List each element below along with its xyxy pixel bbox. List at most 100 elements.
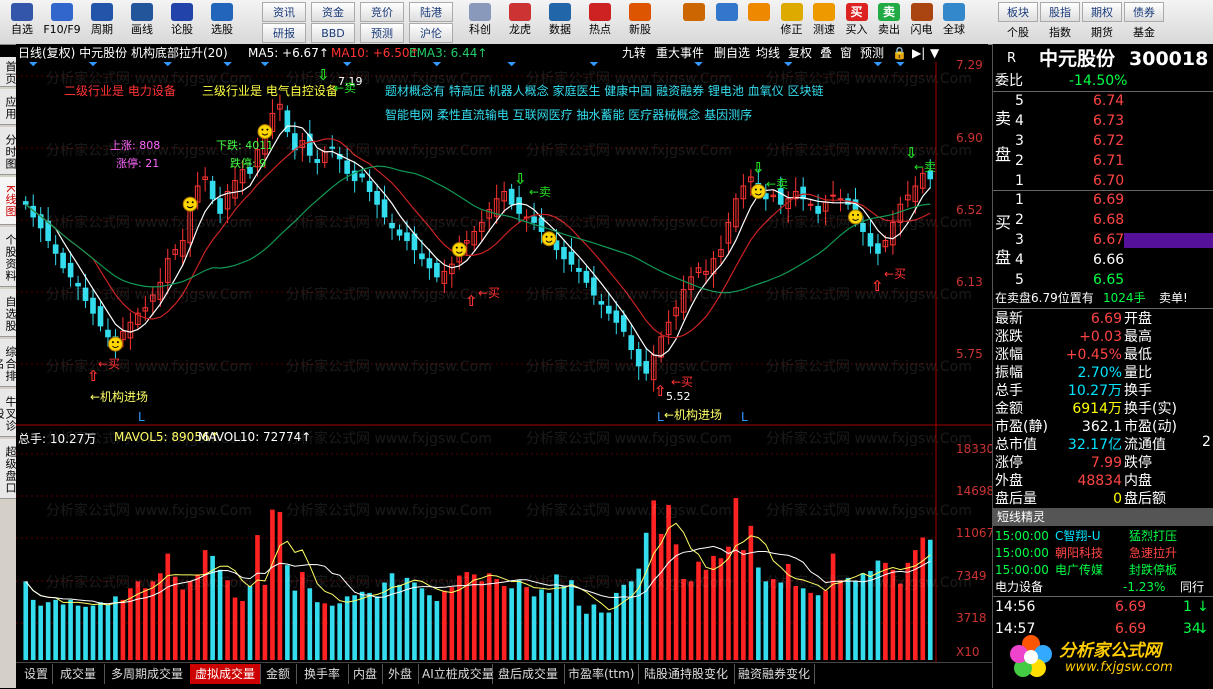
market-link-期货[interactable]: 期货 (1082, 23, 1122, 43)
chart-button-删自选[interactable]: 删自选 (714, 46, 751, 61)
volume-bar (217, 569, 223, 660)
left-tab-自选股[interactable]: 自选股 (0, 289, 17, 337)
indicator-tab-设置[interactable]: 设置 (20, 664, 53, 684)
quick-link-资金[interactable]: 资金 (311, 2, 355, 22)
price-axis-label: 6.52 (956, 203, 983, 217)
left-tab-应用[interactable]: 应用 (0, 89, 17, 125)
candle-body (531, 216, 537, 223)
ask-level-row[interactable]: 1 6.70 (993, 172, 1213, 190)
left-tab-牛叉诊股[interactable]: 牛叉诊股 (0, 389, 17, 437)
quick-link-预测[interactable]: 预测 (360, 23, 404, 43)
chart-button-重大事件[interactable]: 重大事件 (656, 46, 705, 61)
menu-dropdown-icon[interactable]: ▼ (930, 46, 940, 61)
indicator-tab-金额[interactable]: 金额 (260, 664, 297, 684)
indicator-tab-陆股通持股变化[interactable]: 陆股通持股变化 (638, 664, 735, 684)
chart-button-九转[interactable]: 九转 (622, 46, 647, 61)
indicator-tab-换手率[interactable]: 换手率 (296, 664, 349, 684)
market-link-个股[interactable]: 个股 (998, 23, 1038, 43)
indicator-tab-多周期成交量[interactable]: 多周期成交量 (104, 664, 191, 684)
indicator-tab-虚拟成交量[interactable]: 虚拟成交量 (190, 664, 261, 684)
bid-price: 6.67 (1093, 232, 1125, 248)
short-signal-row[interactable]: 15:00:00 朝阳科技 急速拉升 (993, 544, 1213, 562)
quick-link-沪伦[interactable]: 沪伦 (409, 23, 453, 43)
indicator-tab-成交量[interactable]: 成交量 (52, 664, 105, 684)
buy-icon: 买 (845, 3, 868, 21)
indicator-tab-盘后成交量[interactable]: 盘后成交量 (492, 664, 565, 684)
signal-time: 15:00:00 (995, 563, 1049, 577)
target-button[interactable]: 选股 (200, 1, 244, 43)
candle-body (583, 270, 590, 283)
indicator-tab-内盘[interactable]: 内盘 (348, 664, 383, 684)
indicator-tab-融资融券变化[interactable]: 融资融券变化 (734, 664, 815, 684)
chart-button[interactable]: 科创 (458, 1, 502, 43)
candle-body (217, 198, 223, 214)
chart-button-预测[interactable]: 预测 (860, 46, 885, 61)
market-link-股指[interactable]: 股指 (1040, 2, 1080, 22)
chart-button-均线[interactable]: 均线 (756, 46, 781, 61)
ask-level-row[interactable]: 2 6.71 (993, 152, 1213, 170)
bid-level-number: 4 (1015, 252, 1024, 268)
buy-annotation: ←买 (884, 267, 907, 281)
volume-bar (793, 585, 799, 660)
left-tab-综合排名[interactable]: 综合排名 (0, 339, 17, 387)
quick-link-竞价[interactable]: 竞价 (360, 2, 404, 22)
star-button[interactable]: 自选 (0, 1, 44, 43)
quick-link-资讯[interactable]: 资讯 (262, 2, 306, 22)
short-signal-row[interactable]: 15:00:00 C智翔-U 猛烈打压 (993, 527, 1213, 545)
clock-button[interactable]: 周期 (80, 1, 124, 43)
hot-button[interactable]: 热点 (578, 1, 622, 43)
left-tab-个股资料[interactable]: 个股资料 (0, 227, 17, 287)
chat-button[interactable]: 论股 (160, 1, 204, 43)
kline-chart-svg[interactable] (16, 62, 992, 662)
candle-body (82, 287, 89, 301)
chart-button-复权[interactable]: 复权 (788, 46, 813, 61)
pencil-button[interactable]: 画线 (120, 1, 164, 43)
volume-bar (524, 587, 529, 660)
kline-chart-area[interactable]: 分析家公式网 www.fxjgsw.Com 分析家公式网 www.fxjgsw.C… (16, 58, 994, 662)
volume-bar (75, 605, 81, 660)
candle-body (815, 205, 821, 214)
globe-button[interactable]: 全球 (932, 1, 976, 43)
candle-body (329, 146, 336, 149)
left-tab-分时图[interactable]: 分时图 (0, 127, 17, 175)
market-link-基金[interactable]: 基金 (1124, 23, 1164, 43)
volume-bar (785, 564, 791, 660)
bid-level-row[interactable]: 4 6.66 (993, 251, 1213, 269)
market-link-期权[interactable]: 期权 (1082, 2, 1122, 22)
ma10-label: MA10: +6.50↑ (331, 46, 420, 60)
document-button[interactable]: F10/F9 (40, 1, 84, 43)
market-link-板块[interactable]: 板块 (998, 2, 1038, 22)
market-link-指数[interactable]: 指数 (1040, 23, 1080, 43)
candle-body (561, 246, 567, 260)
chart-button-叠[interactable]: 叠 (820, 46, 833, 61)
bid-level-row[interactable]: 2 6.68 (993, 211, 1213, 229)
toolbar-label: 新股 (629, 23, 651, 36)
quick-link-研报[interactable]: 研报 (262, 23, 306, 43)
chart-button-窗[interactable]: 窗 (840, 46, 853, 61)
indicator-tab-市盈率(ttm)[interactable]: 市盈率(ttm) (564, 664, 639, 684)
ask-level-row[interactable]: 3 6.72 (993, 132, 1213, 150)
dragon-button[interactable]: 龙虎 (498, 1, 542, 43)
ask-level-row[interactable]: 5 6.74 (993, 92, 1213, 110)
bid-level-row[interactable]: 5 6.65 (993, 271, 1213, 289)
sector-row[interactable]: 电力设备 -1.23% 同行 (993, 578, 1213, 596)
ask-level-row[interactable]: 4 6.73 (993, 112, 1213, 130)
toolbar-label: F10/F9 (43, 23, 81, 36)
bid-level-row[interactable]: 3 6.67 (993, 231, 1213, 249)
sound-icon[interactable]: ▶| (912, 46, 926, 61)
pe-button[interactable]: 数据 (538, 1, 582, 43)
lock-icon[interactable]: 🔒 (892, 46, 907, 61)
bid-level-row[interactable]: 1 6.69 (993, 191, 1213, 209)
indicator-tab-AI立桩成交量[interactable]: AI立桩成交量 (418, 664, 494, 684)
bid-price: 6.66 (1093, 252, 1125, 268)
left-tab-超级盘口[interactable]: 超级盘口 (0, 439, 17, 499)
market-link-债券[interactable]: 债券 (1124, 2, 1164, 22)
left-tab-K线图[interactable]: K线图 (0, 177, 17, 225)
quick-link-陆港[interactable]: 陆港 (409, 2, 453, 22)
short-signal-row[interactable]: 15:00:00 电广传媒 封跌停板 (993, 561, 1213, 579)
left-tab-首页[interactable]: 首页 (0, 57, 17, 87)
indicator-tab-外盘[interactable]: 外盘 (382, 664, 419, 684)
new-button[interactable]: 新股 (618, 1, 662, 43)
quick-link-BBD[interactable]: BBD (311, 23, 355, 43)
candle-body (606, 305, 612, 314)
